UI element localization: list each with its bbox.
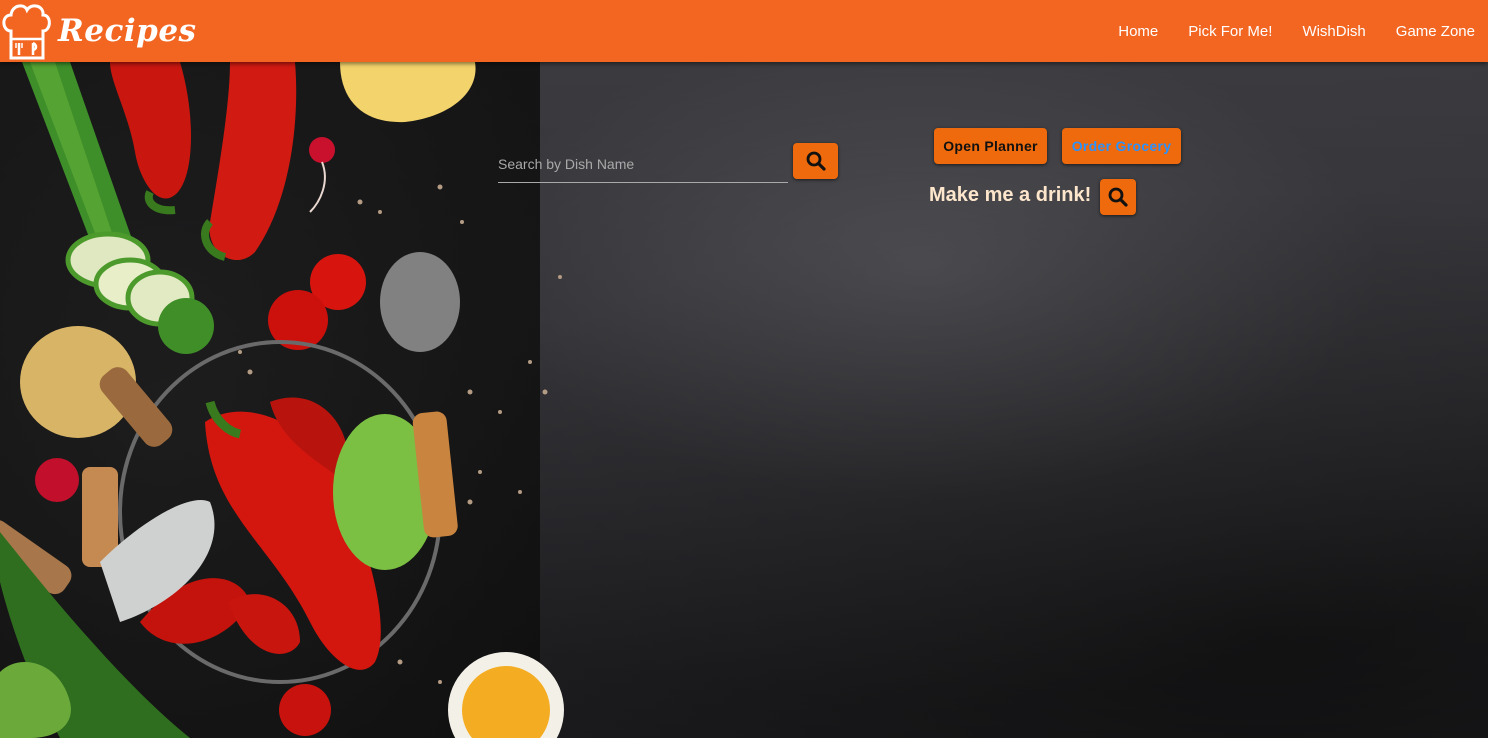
search-icon [1108, 187, 1128, 207]
dish-search-input[interactable] [498, 145, 788, 183]
make-drink-label: Make me a drink! [929, 184, 1092, 206]
order-grocery-button[interactable]: Order Grocery [1062, 128, 1181, 164]
open-planner-button[interactable]: Open Planner [934, 128, 1047, 164]
nav-home[interactable]: Home [1118, 23, 1158, 40]
vegetables-illustration [0, 62, 564, 738]
nav-links: Home Pick For Me! WishDish Game Zone [1088, 0, 1475, 62]
brand[interactable]: Recipes [0, 0, 197, 62]
nav-wishdish[interactable]: WishDish [1302, 23, 1365, 40]
top-navbar: Recipes Home Pick For Me! WishDish Game … [0, 0, 1488, 62]
search-icon [806, 151, 826, 171]
chef-hat-icon [2, 4, 51, 60]
make-drink-button[interactable] [1100, 179, 1136, 215]
search-button[interactable] [793, 143, 838, 179]
nav-game-zone[interactable]: Game Zone [1396, 23, 1475, 40]
nav-pick-for-me[interactable]: Pick For Me! [1188, 23, 1272, 40]
brand-name: Recipes [58, 13, 197, 49]
